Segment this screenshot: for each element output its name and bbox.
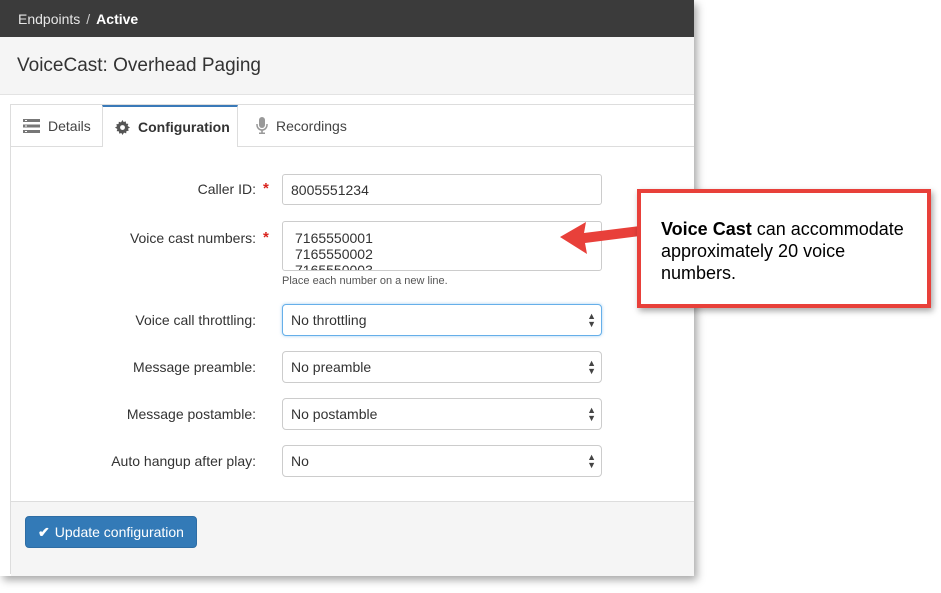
app-window: Endpoints / Active VoiceCast: Overhead P… (0, 0, 694, 576)
select-arrows-icon: ▲ ▼ (587, 358, 596, 376)
gear-icon (115, 119, 130, 135)
update-configuration-label: Update configuration (54, 524, 184, 540)
throttling-value: No throttling (291, 312, 367, 328)
voice-cast-numbers-textarea[interactable] (282, 221, 602, 271)
tab-configuration-label: Configuration (138, 119, 230, 135)
callout-bold: Voice Cast (661, 219, 752, 239)
page-title: VoiceCast: Overhead Paging (17, 55, 261, 76)
caller-id-input[interactable] (282, 174, 602, 205)
callout-arrow-icon (560, 222, 640, 254)
update-configuration-button[interactable]: ✔ Update configuration (25, 516, 197, 548)
tab-bar: Details Configuration Recordings (11, 105, 694, 147)
select-arrows-icon: ▲ ▼ (587, 405, 596, 423)
throttling-label: Voice call throttling: (135, 312, 256, 328)
caller-id-label: Caller ID: (197, 181, 256, 197)
microphone-icon (256, 117, 268, 134)
config-panel: Details Configuration Recordings Caller … (10, 104, 694, 576)
breadcrumb-current: Active (96, 10, 139, 27)
tab-configuration[interactable]: Configuration (102, 105, 238, 147)
throttling-select[interactable]: No throttling ▲ ▼ (282, 304, 602, 336)
auto-hangup-label: Auto hangup after play: (111, 453, 256, 469)
tab-recordings-label: Recordings (276, 117, 347, 134)
voice-cast-numbers-label: Voice cast numbers: (129, 230, 256, 246)
postamble-label: Message postamble: (126, 406, 256, 422)
required-marker: * (263, 229, 269, 246)
checkmark-icon: ✔ (38, 523, 50, 540)
postamble-select[interactable]: No postamble ▲ ▼ (282, 398, 602, 430)
callout-text: Voice Cast can accommodate approximately… (661, 218, 921, 284)
preamble-label: Message preamble: (133, 359, 256, 375)
panel-footer: ✔ Update configuration (11, 501, 694, 576)
preamble-value: No preamble (291, 359, 372, 375)
annotation-callout: Voice Cast can accommodate approximately… (637, 189, 931, 308)
breadcrumb: Endpoints / Active (0, 0, 694, 37)
tab-details[interactable]: Details (11, 105, 102, 146)
page-header: VoiceCast: Overhead Paging (0, 37, 694, 95)
preamble-select[interactable]: No preamble ▲ ▼ (282, 351, 602, 383)
breadcrumb-separator: / (86, 10, 91, 27)
voice-cast-numbers-help: Place each number on a new line. (282, 275, 448, 287)
auto-hangup-select[interactable]: No ▲ ▼ (282, 445, 602, 477)
list-icon (23, 118, 40, 133)
auto-hangup-value: No (291, 453, 309, 469)
required-marker: * (263, 180, 269, 197)
select-arrows-icon: ▲ ▼ (587, 311, 596, 329)
postamble-value: No postamble (291, 406, 378, 422)
tab-details-label: Details (48, 117, 91, 134)
breadcrumb-endpoints-link[interactable]: Endpoints (18, 11, 80, 27)
select-arrows-icon: ▲ ▼ (587, 452, 596, 470)
tab-recordings[interactable]: Recordings (244, 105, 364, 146)
